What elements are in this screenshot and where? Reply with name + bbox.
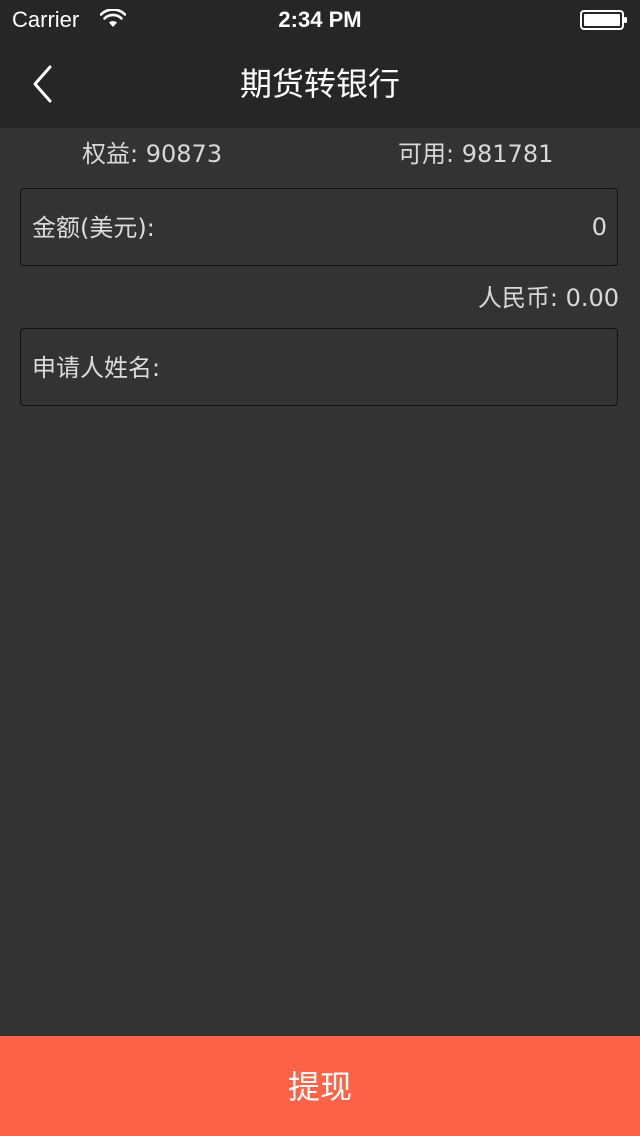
applicant-name-label: 申请人姓名:: [32, 354, 161, 382]
available-value: 981781: [461, 140, 554, 168]
page-title: 期货转银行: [239, 65, 400, 103]
top-bar: Carrier 2:34 PM 期货转银行: [0, 0, 640, 128]
equity-summary: 权益: 90873: [82, 136, 222, 172]
account-summary: 权益: 90873 可用: 981781: [0, 136, 640, 172]
available-summary: 可用: 981781: [398, 136, 553, 172]
equity-value: 90873: [145, 140, 223, 168]
withdraw-button[interactable]: 提现: [0, 1036, 640, 1136]
applicant-name-field[interactable]: 申请人姓名:: [20, 328, 618, 406]
status-bar: Carrier 2:34 PM: [0, 0, 640, 40]
equity-label: 权益:: [82, 140, 139, 168]
amount-input[interactable]: [191, 207, 607, 247]
screen: Carrier 2:34 PM 期货转银行 权益: 90873 可用: 9817…: [0, 0, 640, 1136]
amount-field[interactable]: 金额(美元):: [20, 188, 618, 266]
rmb-label: 人民币:: [477, 284, 558, 312]
rmb-conversion: 人民币: 0.00: [478, 280, 619, 316]
battery-icon: [580, 10, 627, 30]
applicant-name-input[interactable]: [181, 347, 607, 387]
amount-label: 金额(美元):: [32, 214, 155, 242]
rmb-value: 0.00: [565, 284, 619, 312]
status-time: 2:34 PM: [278, 7, 362, 32]
nav-bar: 期货转银行: [0, 40, 640, 128]
available-label: 可用:: [398, 140, 455, 168]
